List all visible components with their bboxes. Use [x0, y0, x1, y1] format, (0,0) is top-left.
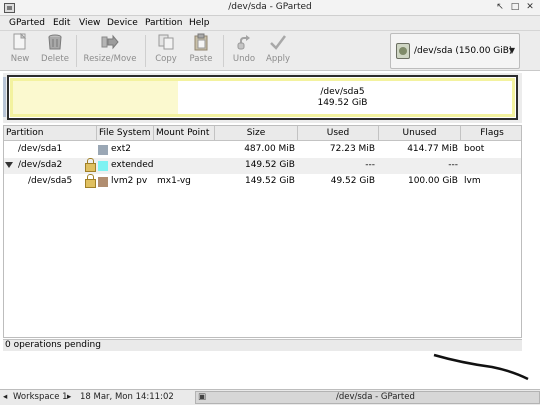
taskbar-clock: 18 Mar, Mon 14:11:02	[80, 392, 174, 402]
new-button[interactable]: New	[6, 33, 34, 69]
desktop-wallpaper-mark	[433, 353, 529, 381]
resize-move-label: Resize/Move	[83, 54, 137, 64]
size-cell: 487.00 MiB	[244, 144, 295, 154]
table-row[interactable]: /dev/sda5 lvm2 pv mx1-vg 149.52 GiB 49.5…	[4, 174, 521, 190]
expander-arrow-icon[interactable]	[5, 162, 13, 168]
delete-button[interactable]: Delete	[38, 33, 72, 69]
copy-label: Copy	[155, 54, 177, 64]
used-cell: 49.52 GiB	[330, 176, 375, 186]
table-row[interactable]: /dev/sda2 extended 149.52 GiB --- ---	[4, 158, 521, 174]
device-selector[interactable]: /dev/sda (150.00 GiB) ▼	[390, 33, 520, 69]
extended-partition-block[interactable]: /dev/sda5 149.52 GiB	[7, 75, 518, 120]
window-title: /dev/sda - GParted	[228, 2, 312, 12]
menu-view[interactable]: View	[79, 18, 100, 28]
workspace-switcher[interactable]: Workspace 1	[13, 392, 68, 402]
toolbar-separator	[223, 35, 224, 67]
menu-partition[interactable]: Partition	[145, 18, 183, 28]
filesystem-color-swatch	[98, 177, 108, 187]
used-space-fill	[13, 81, 178, 114]
filesystem-color-swatch	[98, 145, 108, 155]
delete-label: Delete	[41, 54, 69, 64]
partition-cell: /dev/sda1	[18, 144, 63, 154]
visualizer-edge	[3, 77, 6, 117]
menu-edit[interactable]: Edit	[53, 18, 70, 28]
copy-icon	[158, 34, 174, 50]
new-label: New	[10, 54, 30, 64]
apply-button[interactable]: Apply	[262, 33, 294, 69]
menu-device[interactable]: Device	[107, 18, 138, 28]
unused-cell: 414.77 MiB	[407, 144, 458, 154]
menu-bar: GParted Edit View Device Partition Help	[0, 16, 540, 31]
partition-visualizer: /dev/sda5 149.52 GiB	[3, 73, 522, 123]
workspace-prev-icon[interactable]: ◂	[3, 392, 7, 402]
partition-block-name: /dev/sda5	[320, 87, 365, 97]
undo-icon	[237, 35, 250, 50]
unused-cell: 100.00 GiB	[407, 176, 458, 186]
column-header-partition[interactable]: Partition	[4, 126, 97, 141]
device-selector-label: /dev/sda (150.00 GiB)	[414, 46, 513, 56]
window-maximize-button[interactable]: □	[510, 2, 520, 12]
unused-cell: ---	[448, 160, 458, 170]
mount-point-cell: mx1-vg	[157, 176, 191, 186]
taskbar-app-title: /dev/sda - GParted	[336, 392, 415, 402]
filesystem-cell: ext2	[111, 144, 131, 154]
lock-icon	[85, 174, 96, 188]
workspace-next-icon[interactable]: ▸	[67, 392, 71, 402]
dropdown-arrow-icon: ▼	[508, 46, 515, 55]
table-row[interactable]: /dev/sda1 ext2 487.00 MiB 72.23 MiB 414.…	[4, 142, 521, 158]
column-header-size[interactable]: Size	[215, 126, 298, 141]
column-header-filesystem[interactable]: File System	[97, 126, 154, 141]
menu-help[interactable]: Help	[189, 18, 210, 28]
paste-icon	[194, 33, 208, 51]
paste-label: Paste	[189, 54, 213, 64]
flags-cell: lvm	[464, 176, 481, 186]
size-cell: 149.52 GiB	[244, 176, 295, 186]
undo-button[interactable]: Undo	[229, 33, 259, 69]
resize-move-button[interactable]: Resize/Move	[82, 33, 138, 69]
partition-block-size: 149.52 GiB	[317, 98, 368, 108]
menu-gparted[interactable]: GParted	[9, 18, 45, 28]
resize-move-icon	[101, 34, 119, 50]
table-header: Partition File System Mount Point Size U…	[4, 126, 521, 141]
partition-cell: /dev/sda2	[18, 160, 63, 170]
apply-icon	[270, 35, 286, 50]
lock-icon	[85, 158, 96, 172]
toolbar: New Delete Resize/Move Copy Paste Undo A…	[0, 31, 540, 71]
partition-table: Partition File System Mount Point Size U…	[3, 125, 522, 338]
status-text: 0 operations pending	[5, 340, 101, 350]
status-bar: 0 operations pending	[3, 339, 522, 351]
taskbar: ◂ Workspace 1 ▸ 18 Mar, Mon 14:11:02 ▣ /…	[0, 389, 540, 405]
copy-button[interactable]: Copy	[151, 33, 181, 69]
toolbar-separator	[145, 35, 146, 67]
flags-cell: boot	[464, 144, 485, 154]
apply-label: Apply	[266, 54, 290, 64]
filesystem-cell: extended	[111, 160, 154, 170]
window-titlebar[interactable]: /dev/sda - GParted ↖ □ ✕	[0, 0, 540, 16]
filesystem-cell: lvm2 pv	[111, 176, 148, 186]
column-header-used[interactable]: Used	[298, 126, 379, 141]
paste-button[interactable]: Paste	[185, 33, 217, 69]
delete-icon	[48, 34, 62, 50]
undo-label: Undo	[232, 54, 256, 64]
window-close-button[interactable]: ✕	[525, 2, 535, 12]
toolbar-separator	[76, 35, 77, 67]
filesystem-color-swatch	[98, 161, 108, 171]
column-header-flags[interactable]: Flags	[461, 126, 523, 141]
taskbar-app-icon: ▣	[198, 392, 207, 402]
new-icon	[13, 33, 27, 50]
used-cell: ---	[365, 160, 375, 170]
used-cell: 72.23 MiB	[329, 144, 375, 154]
column-header-unused[interactable]: Unused	[379, 126, 461, 141]
partition-cell: /dev/sda5	[28, 176, 73, 186]
size-cell: 149.52 GiB	[244, 160, 295, 170]
hard-disk-icon	[396, 43, 410, 59]
taskbar-app-gparted[interactable]: ▣ /dev/sda - GParted	[195, 391, 540, 404]
window-shade-button[interactable]: ↖	[495, 2, 505, 12]
column-header-mount-point[interactable]: Mount Point	[154, 126, 215, 141]
partition-block-sda5[interactable]: /dev/sda5 149.52 GiB	[10, 78, 515, 117]
